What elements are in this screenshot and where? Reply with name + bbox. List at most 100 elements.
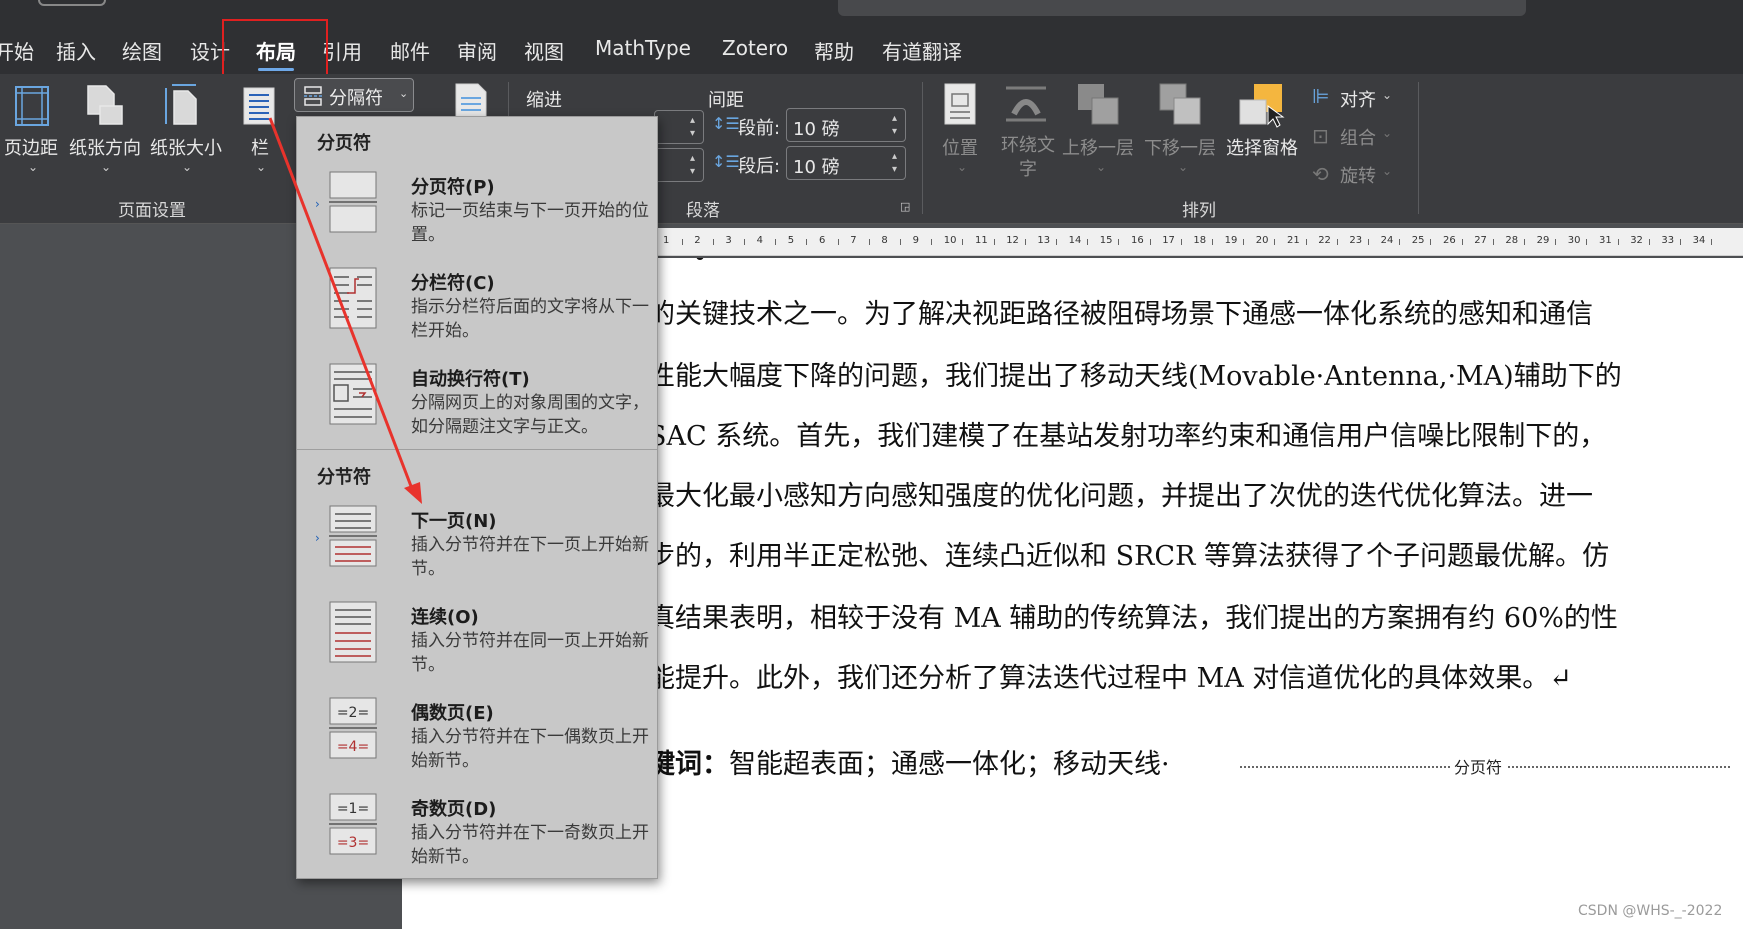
chevron-down-icon[interactable]: ⌄	[1096, 160, 1106, 174]
tab-insert[interactable]: 插入	[56, 36, 96, 65]
breaks-icon	[304, 86, 322, 106]
menu-item-title: 连续(O)	[411, 607, 479, 628]
paragraph-dialog-launcher-icon[interactable]: ◲	[900, 200, 910, 213]
chevron-down-icon[interactable]: ⌄	[1382, 88, 1392, 102]
menu-item-odd-page[interactable]: =1= =3= 奇数页(D) 插入分节符并在下一奇数页上开始新节。	[297, 783, 657, 879]
line-numbers-icon[interactable]	[454, 80, 488, 120]
tab-zotero[interactable]: Zotero	[722, 36, 788, 60]
ruler-tick	[868, 239, 870, 245]
doc-text-line[interactable]: 性能大幅度下降的问题，我们提出了移动天线(Movable·Antenna,·MA…	[648, 354, 1622, 393]
size-icon[interactable]	[162, 82, 202, 128]
chevron-down-icon[interactable]: ⌄	[256, 160, 266, 174]
ruler-number: 5	[787, 235, 795, 246]
menu-item-title: 分页符(P)	[411, 177, 495, 198]
indent-right-spinner[interactable]: ▴ ▾	[654, 148, 704, 182]
rotate-icon[interactable]: ⟲	[1312, 162, 1329, 186]
ruler-tick	[1180, 239, 1182, 245]
doc-text-line[interactable]: SAC 系统。首先，我们建模了在基站发射功率约束和通信用户信噪比限制下的，	[648, 414, 1606, 453]
doc-text-line[interactable]: 步的，利用半正定松弛、连续凸近似和 SRCR 等算法获得了个子问题最优解。仿	[648, 534, 1609, 573]
autosave-toggle[interactable]	[38, 0, 106, 6]
menu-item-text-wrapping-break[interactable]: 自动换行符(T) 分隔网页上的对象周围的文字，如分隔题注文字与正文。	[297, 353, 657, 449]
chevron-down-icon[interactable]: ⌄	[1382, 164, 1392, 178]
group-icon[interactable]: ⊡	[1312, 124, 1329, 148]
continuous-icon	[329, 601, 377, 663]
tab-references[interactable]: 引用	[322, 36, 362, 65]
menu-item-continuous[interactable]: 连续(O) 插入分节符并在同一页上开始新节。	[297, 591, 657, 687]
ruler-tick	[1336, 239, 1338, 245]
menu-item-even-page[interactable]: =2= =4= 偶数页(E) 插入分节符并在下一偶数页上开始新节。	[297, 687, 657, 783]
send-backward-icon[interactable]	[1158, 82, 1202, 126]
search-box[interactable]	[838, 0, 1526, 16]
spacing-before-label: 段前:	[738, 118, 781, 139]
ruler-tick	[1430, 239, 1432, 245]
wrap-text-button[interactable]: 环绕文字	[998, 134, 1058, 182]
rotate-button[interactable]: 旋转	[1340, 162, 1376, 188]
page-break-marker: 分页符	[1450, 754, 1507, 778]
chevron-down-icon[interactable]: ⌄	[182, 160, 192, 174]
columns-icon[interactable]	[242, 86, 276, 126]
page-breaks-header: 分页符	[317, 133, 371, 154]
horizontal-ruler[interactable]: 1 2 3 4 5 6 7 8 9 10 11 12 13 14 15 16 17 18 19 20 21 22 23 24 2…	[658, 228, 1743, 256]
columns-button[interactable]: 栏	[251, 134, 269, 160]
ruler-number: 11	[975, 235, 988, 246]
ruler-number: 29	[1536, 235, 1550, 246]
chevron-down-icon[interactable]: ⌄	[101, 160, 111, 174]
spacing-after-value[interactable]: 10 磅	[793, 153, 840, 179]
tab-draw[interactable]: 绘图	[122, 36, 162, 65]
tab-youdao-translate[interactable]: 有道翻译	[882, 36, 962, 65]
ruler-tick	[1118, 239, 1120, 245]
ruler-tick	[1368, 239, 1369, 245]
ruler-number: 10	[943, 235, 957, 246]
ruler-tick	[1648, 239, 1650, 245]
menu-item-page-break[interactable]: › 分页符(P) 标记一页结束与下一页开始的位置。	[297, 161, 657, 257]
chevron-down-icon[interactable]: ⌄	[1178, 160, 1188, 174]
size-button[interactable]: 纸张大小	[150, 134, 222, 160]
chevron-down-icon[interactable]: ⌄	[1382, 126, 1392, 140]
doc-text-line[interactable]: 能提升。此外，我们还分析了算法迭代过程中 MA 对信道优化的具体效果。↵	[648, 656, 1572, 695]
indent-left-spinner[interactable]: ▴ ▾	[654, 110, 704, 144]
ruler-tick	[1711, 239, 1713, 245]
orientation-button[interactable]: 纸张方向	[69, 134, 141, 160]
margins-button[interactable]: 页边距	[4, 134, 58, 160]
ruler-number: 22	[1318, 235, 1331, 246]
menu-item-column-break[interactable]: 分栏符(C) 指示分栏符后面的文字将从下一栏开始。	[297, 257, 657, 353]
chevron-down-icon[interactable]: ⌄	[957, 160, 967, 174]
align-icon[interactable]: ⊫	[1312, 84, 1329, 108]
tab-home[interactable]: 开始	[0, 36, 34, 65]
chevron-right-icon: ›	[315, 197, 320, 211]
align-button[interactable]: 对齐	[1340, 86, 1376, 112]
ruler-tick	[1524, 239, 1525, 245]
doc-text-line[interactable]: 最大化最小感知方向感知强度的优化问题，并提出了次优的迭代优化算法。进一	[648, 474, 1593, 513]
orientation-icon[interactable]	[82, 82, 126, 128]
chevron-down-icon[interactable]: ⌄	[28, 160, 38, 174]
wrap-text-icon[interactable]	[1004, 82, 1048, 126]
tab-view[interactable]: 视图	[524, 36, 564, 65]
doc-text-line[interactable]: 真结果表明，相较于没有 MA 辅助的传统算法，我们提出的方案拥有约 60%的性	[648, 596, 1618, 635]
selection-pane-icon[interactable]	[1238, 82, 1286, 130]
tab-help[interactable]: 帮助	[814, 36, 854, 65]
tab-mathtype[interactable]: MathType	[595, 36, 691, 60]
spacing-before-value[interactable]: 10 磅	[793, 115, 840, 141]
breaks-button[interactable]: 分隔符 ⌄	[294, 78, 414, 112]
position-button[interactable]: 位置	[942, 134, 978, 160]
send-backward-button[interactable]: 下移一层	[1144, 134, 1216, 160]
ruler-tick	[1586, 239, 1588, 245]
tab-review[interactable]: 审阅	[457, 36, 497, 65]
menu-item-description: 插入分节符并在同一页上开始新节。	[411, 631, 649, 675]
keywords-line[interactable]: 键词：智能超表面；通感一体化；移动天线·	[648, 742, 1170, 781]
bring-forward-button[interactable]: 上移一层	[1062, 134, 1134, 160]
ruler-tick	[993, 239, 995, 245]
separator	[1418, 82, 1419, 214]
position-icon[interactable]	[942, 82, 978, 126]
menu-item-next-page[interactable]: › 下一页(N) 插入分节符并在下一页上开始新节。	[297, 495, 657, 591]
spacing-before-spinner[interactable]: 10 磅 ▴ ▾	[786, 108, 906, 142]
selection-pane-button[interactable]: 选择窗格	[1226, 134, 1298, 160]
tab-mailings[interactable]: 邮件	[390, 36, 430, 65]
doc-text-line[interactable]: 的关键技术之一。为了解决视距路径被阻碍场景下通感一体化系统的感知和通信	[648, 292, 1593, 331]
chevron-down-icon: ⌄	[399, 87, 409, 100]
spacing-after-spinner[interactable]: 10 磅 ▴ ▾	[786, 146, 906, 180]
group-button[interactable]: 组合	[1340, 124, 1376, 150]
ruler-number: 20	[1255, 235, 1269, 246]
margins-icon[interactable]	[12, 84, 52, 128]
bring-forward-icon[interactable]	[1076, 82, 1120, 126]
